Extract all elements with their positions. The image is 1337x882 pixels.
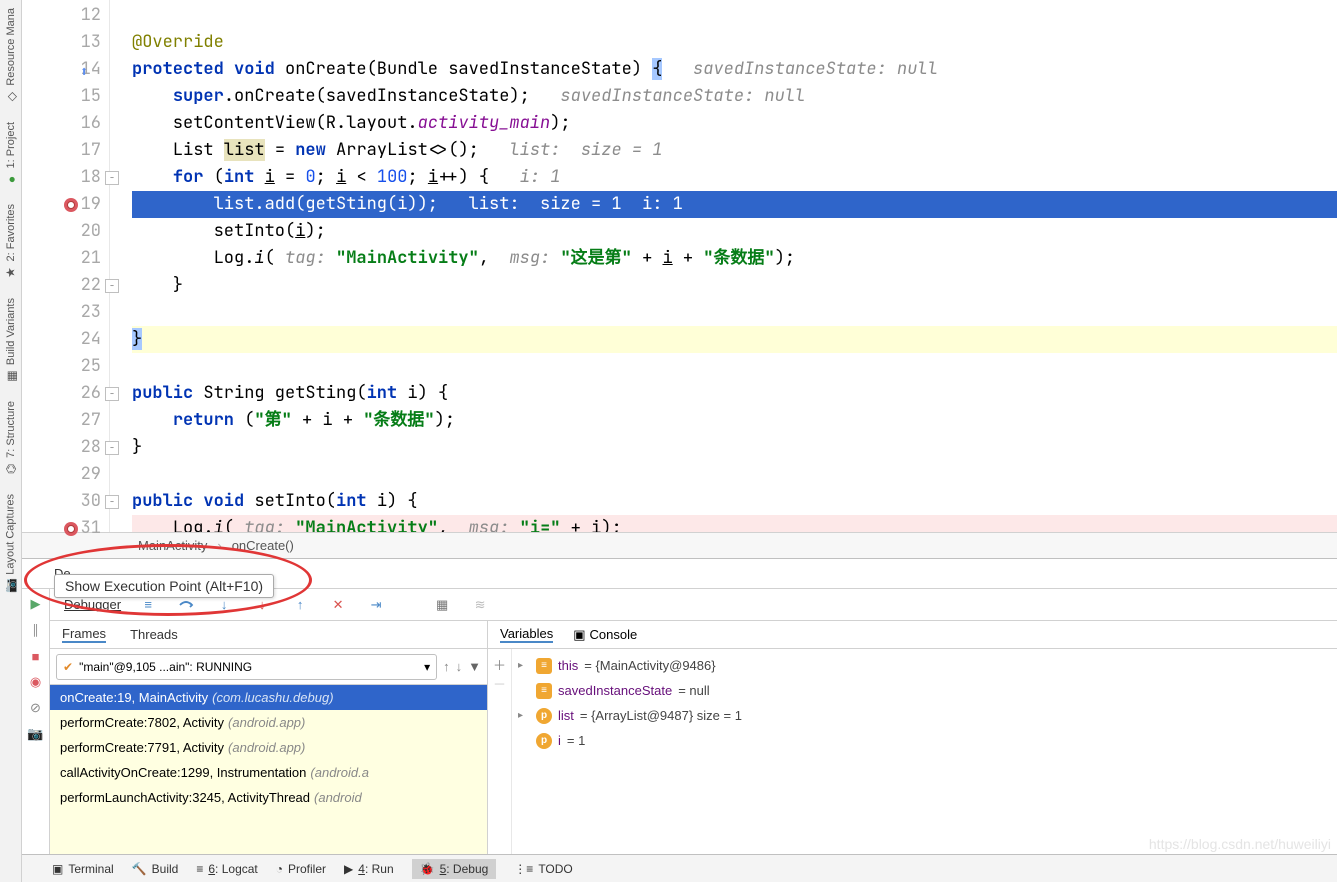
bottom-tab-debug[interactable]: 🐞5: Debug	[412, 859, 497, 879]
bottom-tab-profiler[interactable]: ◔Profiler	[276, 862, 326, 876]
view-breakpoints-button[interactable]: ◉	[27, 673, 45, 691]
mute-breakpoints-button[interactable]: ⊘	[27, 699, 45, 717]
tool-layout-captures[interactable]: 📷Layout Captures	[3, 490, 18, 597]
resume-button[interactable]: ▶	[27, 595, 45, 613]
tab-variables[interactable]: Variables	[500, 626, 553, 643]
tooltip: Show Execution Point (Alt+F10)	[54, 574, 274, 598]
fold-icon[interactable]: −	[105, 171, 119, 185]
prev-frame-button[interactable]: ↑	[443, 659, 450, 674]
debug-actions-vertical: ▶ ∥ ■ ◉ ⊘ 📷	[22, 589, 50, 854]
tab-icon: ⋮≡	[514, 862, 533, 876]
thread-dropdown[interactable]: ✔ "main"@9,105 ...ain": RUNNING ▾	[56, 654, 437, 680]
evaluate-expression-button[interactable]: ▦	[431, 594, 453, 616]
tool-build-variants[interactable]: ▦Build Variants	[5, 294, 17, 387]
frames-list[interactable]: onCreate:19, MainActivity (com.lucashu.d…	[50, 685, 487, 854]
add-watch-button[interactable]: ＋	[493, 655, 506, 674]
fold-icon[interactable]: −	[105, 441, 119, 455]
tab-icon: ▣	[52, 862, 63, 876]
stack-frame[interactable]: performLaunchActivity:3245, ActivityThre…	[50, 785, 487, 810]
remove-watch-button[interactable]: －	[493, 674, 506, 693]
variables-pane: Variables ▣Console ＋ － ▸≡this = {MainAct…	[488, 621, 1337, 854]
drop-frame-button[interactable]: ✕	[327, 594, 349, 616]
tab-icon: ▶	[344, 862, 353, 876]
stack-frame[interactable]: performCreate:7791, Activity (android.ap…	[50, 735, 487, 760]
breadcrumb: MainActivity › onCreate()	[22, 532, 1337, 558]
chevron-down-icon: ▾	[424, 660, 430, 674]
left-toolwindow-bar: ◇Resource Mana ●1: Project ★2: Favorites…	[0, 0, 22, 882]
override-icon[interactable]: ⬆	[80, 59, 88, 86]
tool-project[interactable]: ●1: Project	[5, 118, 17, 190]
tab-frames[interactable]: Frames	[62, 626, 106, 643]
stack-frame[interactable]: performCreate:7802, Activity (android.ap…	[50, 710, 487, 735]
stop-button[interactable]: ■	[27, 647, 45, 665]
bottom-tab-build[interactable]: 🔨Build	[132, 862, 179, 876]
tab-icon: ≡	[196, 862, 203, 876]
tab-console[interactable]: ▣Console	[573, 627, 637, 643]
tool-structure[interactable]: ⌬7: Structure	[5, 397, 17, 480]
code-editor[interactable]: 121314⬆15161718−19202122−23242526−2728−2…	[22, 0, 1337, 532]
stack-frame[interactable]: callActivityOnCreate:1299, Instrumentati…	[50, 760, 487, 785]
pause-button[interactable]: ∥	[27, 621, 45, 639]
fold-icon[interactable]: −	[105, 279, 119, 293]
next-frame-button[interactable]: ↓	[456, 659, 463, 674]
bottom-tab-logcat[interactable]: ≡6: Logcat	[196, 862, 257, 876]
trace-button[interactable]: ≋	[469, 594, 491, 616]
tab-icon: ◔	[276, 862, 283, 876]
tab-threads[interactable]: Threads	[130, 627, 178, 642]
step-out-button[interactable]: ↑	[289, 594, 311, 616]
breakpoint-icon[interactable]	[64, 522, 78, 536]
variable-row[interactable]: ≡savedInstanceState = null	[518, 678, 1331, 703]
debug-panel: De ▶ ∥ ■ ◉ ⊘ 📷 Debugger ≡ ↓ ↓	[22, 558, 1337, 854]
bottom-tool-bar: ▣Terminal 🔨Build ≡6: Logcat ◔Profiler ▶4: Ru…	[22, 854, 1337, 882]
tab-icon: 🔨	[132, 862, 147, 876]
variables-list[interactable]: ▸≡this = {MainActivity@9486}≡savedInstan…	[512, 649, 1337, 854]
variable-row[interactable]: ▸plist = {ArrayList@9487} size = 1	[518, 703, 1331, 728]
editor-gutter[interactable]: 121314⬆15161718−19202122−23242526−2728−2…	[22, 0, 110, 532]
fold-icon[interactable]: −	[105, 495, 119, 509]
stack-frame[interactable]: onCreate:19, MainActivity (com.lucashu.d…	[50, 685, 487, 710]
variable-row[interactable]: pi = 1	[518, 728, 1331, 753]
tool-resource-manager[interactable]: ◇Resource Mana	[5, 4, 17, 108]
breakpoint-icon[interactable]	[64, 198, 78, 212]
tool-favorites[interactable]: ★2: Favorites	[5, 200, 17, 283]
editor-code-area[interactable]: @Overrideprotected void onCreate(Bundle …	[110, 0, 1337, 532]
tab-debugger[interactable]: Debugger	[64, 597, 121, 612]
fold-icon[interactable]: −	[105, 387, 119, 401]
breadcrumb-method[interactable]: onCreate()	[232, 538, 294, 553]
camera-icon[interactable]: 📷	[27, 725, 45, 743]
breadcrumb-class[interactable]: MainActivity	[138, 538, 207, 553]
filter-icon[interactable]: ▼	[468, 659, 481, 674]
bottom-tab-run[interactable]: ▶4: Run	[344, 862, 394, 876]
bottom-tab-todo[interactable]: ⋮≡TODO	[514, 862, 572, 876]
variable-row[interactable]: ▸≡this = {MainActivity@9486}	[518, 653, 1331, 678]
frames-pane: Frames Threads ✔ "main"@9,105 ...ain": R…	[50, 621, 488, 854]
run-to-cursor-button[interactable]: ⇥	[365, 594, 387, 616]
bottom-tab-terminal[interactable]: ▣Terminal	[52, 862, 114, 876]
console-icon: ▣	[573, 627, 585, 643]
tab-icon: 🐞	[420, 862, 435, 876]
